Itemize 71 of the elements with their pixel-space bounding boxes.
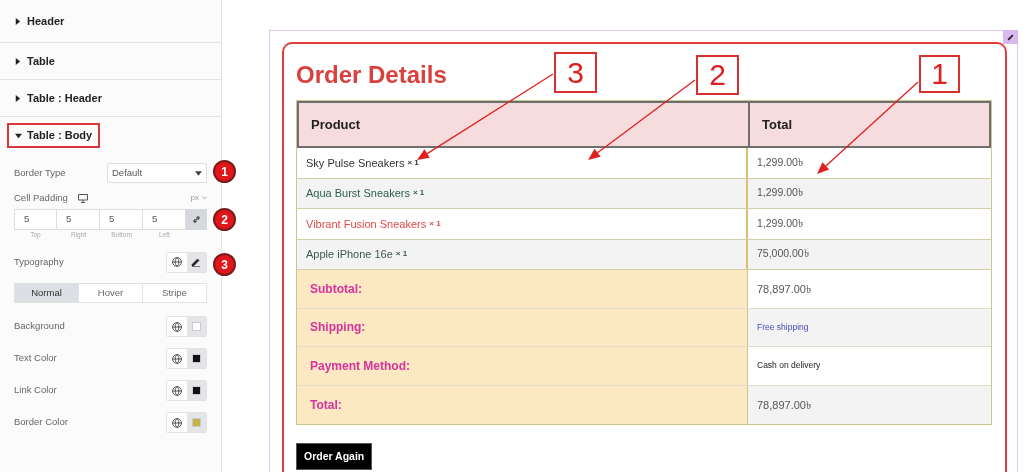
section-header[interactable]: Header	[14, 12, 65, 30]
quantity-text: × 1	[412, 187, 425, 200]
caret-down-icon	[15, 132, 22, 139]
padding-input[interactable]: 5	[57, 209, 100, 230]
price-text: 75,000.00৳	[757, 246, 809, 262]
pencil-icon	[1006, 33, 1015, 41]
callout-number: 2	[696, 55, 739, 95]
globe-icon	[171, 353, 182, 364]
summary-label: Shipping:	[310, 319, 366, 337]
product-name: Sky Pulse Sneakers	[306, 155, 405, 171]
order-title: Order Details	[296, 60, 447, 90]
control-label: Cell Padding	[14, 190, 68, 205]
chevron-down-icon	[202, 196, 207, 200]
control-label: Text Color	[14, 351, 57, 366]
pencil-icon	[191, 257, 202, 267]
control-label: Border Type	[14, 165, 66, 180]
product-name: Apple iPhone 16e	[306, 247, 393, 262]
globe-icon	[171, 385, 182, 396]
column-header: Product	[311, 115, 361, 134]
control-label: Typography	[14, 254, 64, 269]
step-badge: 1	[213, 160, 236, 183]
caret-right-icon	[14, 17, 21, 25]
section-header[interactable]: Table : Header	[14, 89, 102, 107]
callout-number: 3	[554, 52, 597, 93]
summary-value: 78,897.00৳	[757, 281, 811, 297]
globe-icon	[171, 417, 182, 428]
color-picker-button[interactable]	[186, 413, 206, 432]
link-values-button[interactable]	[186, 209, 207, 230]
quantity-text: × 1	[429, 217, 441, 230]
state-tab[interactable]: Normal	[15, 284, 78, 302]
product-name: Aqua Burst Sneakers	[306, 186, 410, 201]
section-header[interactable]: Table : Body	[7, 123, 101, 148]
edit-widget-button[interactable]	[1003, 30, 1018, 44]
color-picker-button[interactable]	[186, 381, 206, 400]
padding-input[interactable]: 5	[14, 209, 57, 230]
desktop-icon[interactable]	[77, 193, 88, 203]
quantity-text: × 1	[395, 248, 408, 261]
control-label: Border Color	[14, 415, 68, 430]
shipping-link[interactable]: Free shipping	[757, 320, 809, 334]
summary-label: Subtotal:	[310, 280, 362, 298]
summary-value: Cash on delivery	[757, 359, 821, 373]
summary-label: Total:	[310, 396, 342, 414]
price-text: 1,299.00৳	[757, 215, 803, 231]
price-text: 1,299.00৳	[757, 154, 803, 170]
globe-icon	[171, 257, 182, 267]
step-badge: 3	[213, 253, 236, 276]
color-picker-button[interactable]	[186, 349, 206, 368]
column-header: Total	[762, 115, 793, 134]
control-label: Background	[14, 319, 65, 334]
caret-right-icon	[14, 94, 21, 102]
link-icon	[192, 215, 201, 224]
section-header[interactable]: Table	[14, 52, 55, 70]
control-label: Link Color	[14, 383, 57, 398]
caret-right-icon	[14, 57, 21, 65]
step-badge: 2	[213, 208, 236, 231]
order-again-button[interactable]: Order Again	[296, 443, 373, 470]
summary-label: Payment Method:	[310, 357, 410, 375]
state-tab[interactable]: Stripe	[142, 284, 206, 302]
globe-icon	[171, 321, 182, 332]
edit-typography-button[interactable]	[186, 252, 206, 272]
padding-input[interactable]: 5	[143, 209, 186, 230]
border-type-select[interactable]: Default	[107, 163, 207, 183]
product-name: Vibrant Fusion Sneakers	[306, 216, 427, 232]
price-text: 1,299.00৳	[757, 185, 803, 201]
color-picker-button[interactable]	[186, 317, 206, 336]
state-tab[interactable]: Hover	[78, 284, 142, 302]
summary-value: 78,897.00৳	[757, 397, 811, 413]
callout-number: 1	[919, 55, 960, 93]
quantity-text: × 1	[407, 156, 419, 169]
caret-down-icon	[195, 170, 202, 176]
padding-input[interactable]: 5	[100, 209, 143, 230]
